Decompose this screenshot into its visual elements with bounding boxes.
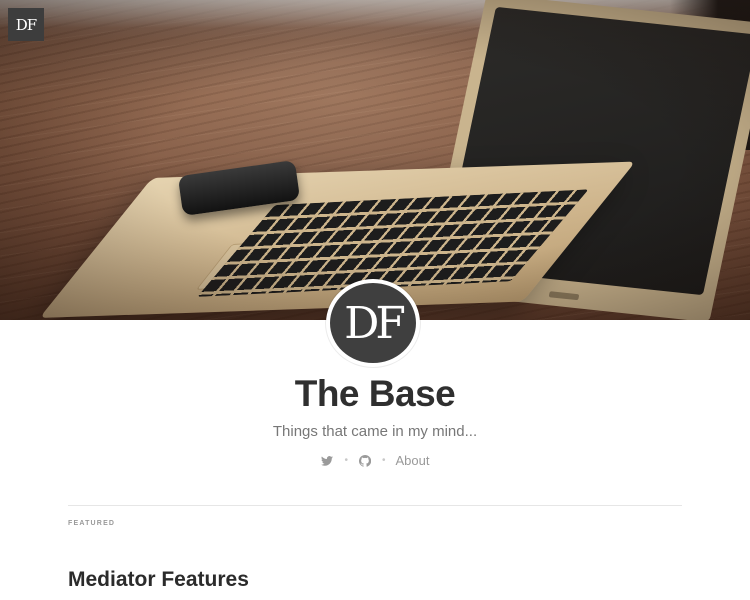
avatar-initials: DF (344, 297, 406, 349)
separator-dot: • (344, 455, 348, 466)
site-title[interactable]: The Base (0, 373, 750, 415)
site-logo-link[interactable]: DF (8, 8, 44, 41)
hero-image (0, 0, 750, 320)
section-label: FEATURED (68, 520, 116, 527)
section-divider (68, 505, 682, 506)
hero-vignette (0, 0, 750, 320)
twitter-icon[interactable] (320, 454, 334, 468)
social-links: • • About (0, 453, 750, 468)
separator-dot: • (382, 455, 386, 466)
avatar[interactable]: DF (326, 279, 420, 367)
about-link[interactable]: About (396, 453, 430, 468)
site-logo-text: DF (15, 15, 37, 34)
post-title[interactable]: Mediator Features (68, 568, 249, 592)
site-tagline: Things that came in my mind... (272, 423, 478, 440)
github-icon[interactable] (358, 454, 372, 468)
